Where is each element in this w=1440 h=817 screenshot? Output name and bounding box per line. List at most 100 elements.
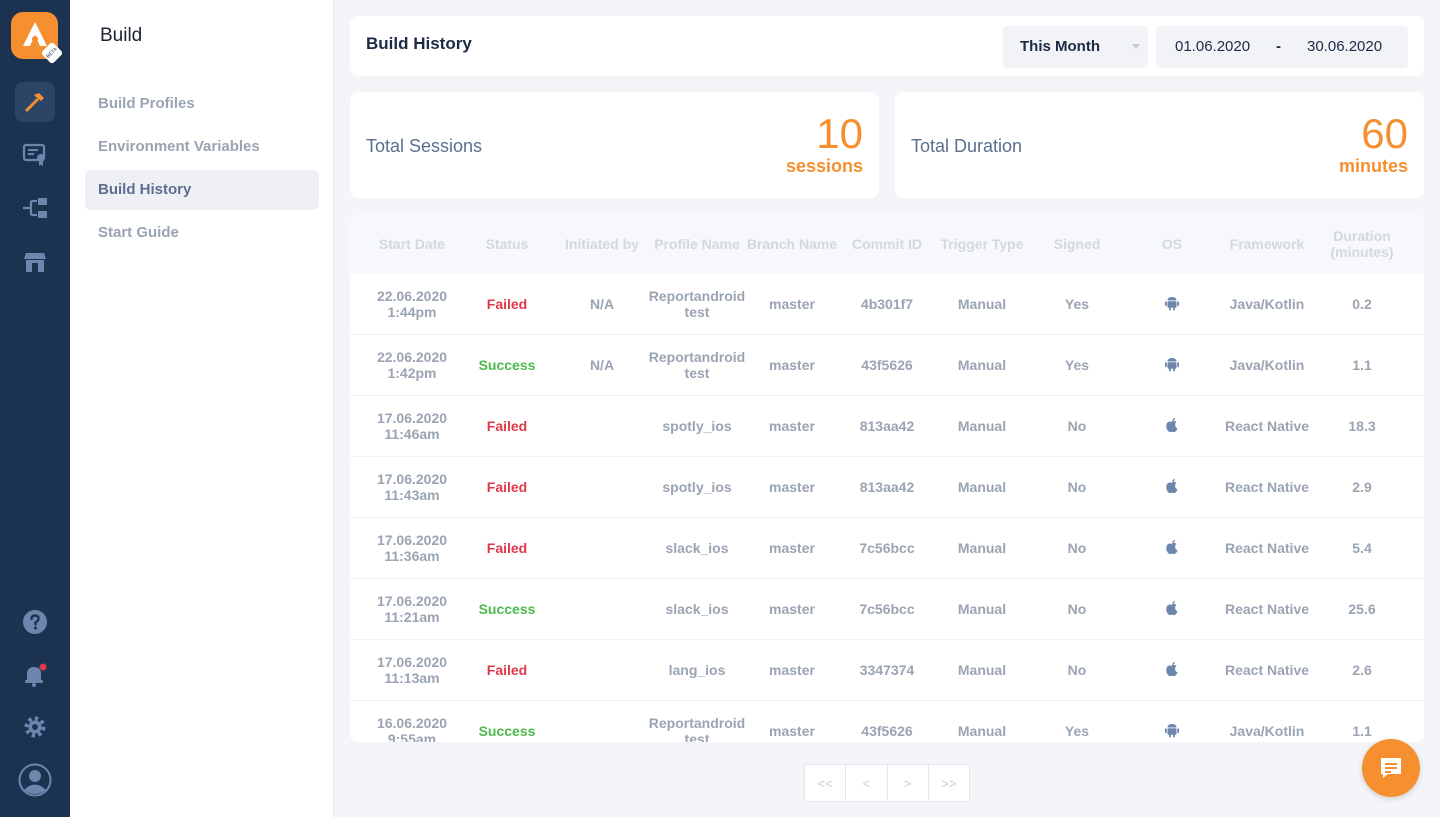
cell-framework: Java/Kotlin [1229,357,1305,373]
date-separator: - [1276,38,1281,55]
cell-framework: React Native [1224,601,1310,617]
help-icon [23,610,47,634]
status-badge: Failed [486,540,528,556]
column-header-duration[interactable]: Duration (minutes) [1316,214,1408,274]
cell-trigger-type: Manual [957,357,1007,373]
rail-profile-button[interactable] [15,760,55,800]
cell-signed: Yes [1064,296,1090,312]
table-row[interactable]: 16.06.2020 9:55am Success Reportandroid tes… [350,701,1424,742]
subnav-item-start-guide[interactable]: Start Guide [85,213,319,253]
last-page-button[interactable]: >> [929,765,969,801]
table-row[interactable]: 22.06.2020 1:44pm Failed N/A Reportandroid t… [350,274,1424,335]
subnav-item-environment-variables[interactable]: Environment Variables [85,127,319,167]
date-to[interactable]: 30.06.2020 [1307,26,1382,68]
status-badge: Success [478,357,536,373]
rail-build-button[interactable] [15,82,55,122]
total-duration-card: Total Duration 60 minutes [895,92,1424,198]
subnav-item-build-profiles[interactable]: Build Profiles [85,84,319,124]
cell-signed: Yes [1064,357,1090,373]
cell-trigger-type: Manual [957,601,1007,617]
date-from[interactable]: 01.06.2020 [1175,26,1250,68]
total-duration-label: Total Duration [911,136,1023,156]
column-header-commit-id[interactable]: Commit ID [839,214,935,274]
cell-start-date-time: 11:43am [384,487,440,503]
rail-store-button[interactable] [15,242,55,282]
period-select-value: This Month [1020,38,1100,55]
distribution-icon [23,198,47,218]
cell-start-date-day: 17.06.2020 [376,593,448,609]
column-header-start-date[interactable]: Start Date [351,214,474,274]
cell-commit-id: 3347374 [859,662,915,678]
cell-framework: React Native [1224,418,1310,434]
status-badge: Failed [486,418,528,434]
cell-start-date: 22.06.2020 1:44pm [351,274,474,334]
rail-notifications-button[interactable] [15,655,55,695]
column-header-signed[interactable]: Signed [1030,214,1124,274]
apple-icon [1165,417,1179,436]
column-header-framework[interactable]: Framework [1218,214,1316,274]
cell-commit-id: 43f5626 [861,357,913,373]
column-header-os[interactable]: OS [1125,214,1219,274]
apple-icon [1165,661,1179,680]
cell-framework: React Native [1224,540,1310,556]
cell-profile-name: slack_ios [665,540,729,556]
cell-start-date: 17.06.2020 11:13am [351,640,474,700]
page-header: Build History This Month 01.06.2020 - 30… [350,16,1424,76]
cell-os [1125,579,1219,639]
user-icon [18,763,52,797]
cell-commit-id: 4b301f7 [860,296,914,312]
apple-icon [1165,478,1179,497]
rail-settings-button[interactable] [15,707,55,747]
cell-start-date-time: 11:21am [384,609,440,625]
status-badge: Failed [486,662,528,678]
cell-profile-name: spotly_ios [662,479,732,495]
table-row[interactable]: 17.06.2020 11:21am Success slack_ios master 7… [350,579,1424,640]
cell-duration: 2.9 [1352,479,1372,495]
column-header-branch-name[interactable]: Branch Name [745,214,839,274]
cell-trigger-type: Manual [957,479,1007,495]
table-row[interactable]: 17.06.2020 11:36am Failed slack_ios master 7c… [350,518,1424,579]
table-row[interactable]: 17.06.2020 11:46am Failed spotly_ios master 8… [350,396,1424,457]
cell-signed: No [1067,662,1087,678]
column-header-profile-name[interactable]: Profile Name [649,214,745,274]
rail-distribution-button[interactable] [15,188,55,228]
app-logo[interactable]: BETA [11,12,64,65]
cell-os [1125,335,1219,395]
build-history-table: Start Date Status Initiated by Profile Name… [350,214,1424,742]
table-row[interactable]: 17.06.2020 11:43am Failed spotly_ios master 8… [350,457,1424,518]
cell-commit-id: 813aa42 [859,479,915,495]
column-header-trigger-type[interactable]: Trigger Type [935,214,1029,274]
gear-icon [24,716,46,738]
next-page-button[interactable]: > [888,765,929,801]
prev-page-button[interactable]: < [846,765,888,801]
cell-signed: No [1067,540,1087,556]
column-header-status[interactable]: Status [460,214,554,274]
cell-framework: Java/Kotlin [1229,723,1305,739]
cell-framework: React Native [1224,662,1310,678]
cell-initiated-by [554,396,650,456]
table-row[interactable]: 17.06.2020 11:13am Failed lang_ios master 334… [350,640,1424,701]
section-sidebar: Build Build Profiles Environment Variabl… [70,0,334,817]
cell-commit-id: 7c56bcc [859,601,915,617]
cell-initiated-by [554,457,650,517]
status-badge: Success [478,723,536,739]
cell-duration: 0.2 [1352,296,1372,312]
cell-branch-name: master [769,723,815,739]
rail-help-button[interactable] [15,602,55,642]
first-page-button[interactable]: << [805,765,847,801]
cell-duration: 18.3 [1348,418,1376,434]
period-select[interactable]: This Month [1003,26,1148,68]
hammer-icon [25,93,44,112]
date-range-picker[interactable]: 01.06.2020 - 30.06.2020 [1156,26,1408,68]
subnav-item-build-history[interactable]: Build History [85,170,319,210]
support-chat-button[interactable] [1362,739,1420,797]
cell-initiated-by [554,579,650,639]
store-icon [24,253,46,272]
cell-start-date-time: 1:42pm [387,365,437,381]
rail-signing-button[interactable] [15,134,55,174]
table-row[interactable]: 22.06.2020 1:42pm Success N/A Reportandroid … [350,335,1424,396]
table-body: 22.06.2020 1:44pm Failed N/A Reportandroid t… [350,274,1424,742]
column-header-initiated-by[interactable]: Initiated by [554,214,650,274]
total-sessions-label: Total Sessions [366,136,483,156]
cell-signed: No [1067,418,1087,434]
